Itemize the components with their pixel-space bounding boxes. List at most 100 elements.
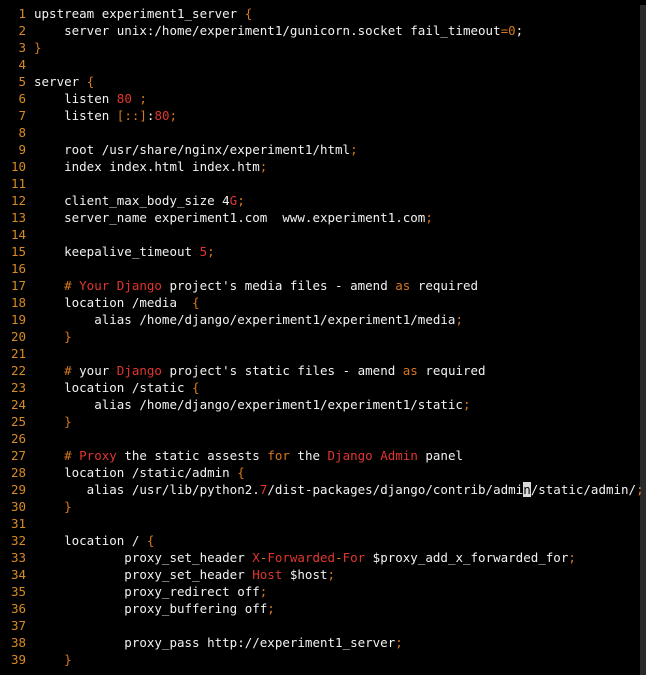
line-content[interactable]: proxy_set_header X-Forwarded-For $proxy_…	[34, 549, 576, 566]
code-line[interactable]: 21	[0, 345, 640, 362]
line-content[interactable]: }	[34, 328, 72, 345]
line-number: 29	[10, 482, 26, 497]
code-token: ;	[169, 108, 178, 123]
code-token: $proxy_add_x_forwarded_for	[365, 550, 569, 565]
line-number: 8	[18, 125, 26, 140]
code-line[interactable]: 31	[0, 515, 640, 532]
line-content[interactable]: location /static {	[34, 379, 200, 396]
code-line[interactable]: 2 server unix:/home/experiment1/gunicorn…	[0, 22, 640, 39]
code-token: proxy_redirect off	[34, 584, 260, 599]
code-token: location /	[34, 533, 147, 548]
line-content[interactable]: # your Django project's static files - a…	[34, 362, 486, 379]
code-line[interactable]: 22 # your Django project's static files …	[0, 362, 640, 379]
line-content[interactable]: proxy_redirect off;	[34, 583, 267, 600]
code-token: keepalive_timeout	[34, 244, 200, 259]
text-cursor: n	[523, 482, 531, 497]
code-line[interactable]: 33 proxy_set_header X-Forwarded-For $pro…	[0, 549, 640, 566]
code-line[interactable]: 12 client_max_body_size 4G;	[0, 192, 640, 209]
line-content[interactable]: listen [::]:80;	[34, 107, 177, 124]
line-content[interactable]: }	[34, 498, 72, 515]
code-line[interactable]: 32 location / {	[0, 532, 640, 549]
line-content[interactable]: # Your Django project's media files - am…	[34, 277, 478, 294]
code-line[interactable]: 13 server_name experiment1.com www.exper…	[0, 209, 640, 226]
line-content[interactable]: alias /home/django/experiment1/experimen…	[34, 311, 463, 328]
line-content[interactable]: server {	[34, 73, 94, 90]
code-token: }	[34, 329, 72, 344]
line-content[interactable]: server unix:/home/experiment1/gunicorn.s…	[34, 22, 523, 39]
line-content[interactable]: location / {	[34, 532, 154, 549]
code-line[interactable]: 27 # Proxy the static assests for the Dj…	[0, 447, 640, 464]
line-content[interactable]: root /usr/share/nginx/experiment1/html;	[34, 141, 358, 158]
line-content[interactable]: proxy_buffering off;	[34, 600, 275, 617]
code-line[interactable]: 7 listen [::]:80;	[0, 107, 640, 124]
line-content[interactable]: keepalive_timeout 5;	[34, 243, 215, 260]
line-number: 37	[10, 618, 26, 633]
code-line[interactable]: 24 alias /home/django/experiment1/experi…	[0, 396, 640, 413]
code-token: [::]	[116, 108, 147, 123]
code-line[interactable]: 23 location /static {	[0, 379, 640, 396]
code-line[interactable]: 25 }	[0, 413, 640, 430]
line-content[interactable]: server_name experiment1.com www.experime…	[34, 209, 433, 226]
code-line[interactable]: 30 }	[0, 498, 640, 515]
line-content[interactable]: proxy_pass http://experiment1_server;	[34, 634, 402, 651]
code-token: {	[146, 533, 155, 548]
code-line[interactable]: 11	[0, 175, 640, 192]
code-line[interactable]: 8	[0, 124, 640, 141]
line-number: 10	[10, 159, 26, 174]
code-line[interactable]: 17 # Your Django project's media files -…	[0, 277, 640, 294]
line-number: 5	[18, 74, 26, 89]
line-content[interactable]: upstream experiment1_server {	[34, 5, 252, 22]
code-token: ;	[259, 584, 268, 599]
code-token: ;	[237, 193, 245, 208]
code-line[interactable]: 4	[0, 56, 640, 73]
code-line[interactable]: 19 alias /home/django/experiment1/experi…	[0, 311, 640, 328]
code-line[interactable]: 16	[0, 260, 640, 277]
code-line[interactable]: 34 proxy_set_header Host $host;	[0, 566, 640, 583]
line-number: 6	[18, 91, 26, 106]
code-line[interactable]: 5 server {	[0, 73, 640, 90]
code-line[interactable]: 37	[0, 617, 640, 634]
code-token: ;	[425, 210, 433, 225]
line-number: 30	[10, 499, 26, 514]
line-number: 16	[10, 261, 26, 276]
code-line[interactable]: 38 proxy_pass http://experiment1_server;	[0, 634, 640, 651]
code-token: location /media	[34, 295, 193, 310]
code-line[interactable]: 35 proxy_redirect off;	[0, 583, 640, 600]
code-line[interactable]: 3}	[0, 39, 640, 56]
line-content[interactable]: location /static/admin {	[34, 464, 245, 481]
code-line[interactable]: 14	[0, 226, 640, 243]
line-content[interactable]: location /media {	[34, 294, 199, 311]
code-line[interactable]: 29 alias /usr/lib/python2.7/dist-package…	[0, 481, 644, 498]
line-content[interactable]: }	[34, 651, 72, 668]
code-line[interactable]: 28 location /static/admin {	[0, 464, 640, 481]
line-content[interactable]: alias /usr/lib/python2.7/dist-packages/d…	[34, 481, 644, 498]
code-line[interactable]: 39 }	[0, 651, 640, 668]
line-content[interactable]: }	[34, 413, 72, 430]
line-content[interactable]: listen 80 ;	[34, 90, 147, 107]
code-line[interactable]: 36 proxy_buffering off;	[0, 600, 640, 617]
line-number: 3	[18, 40, 26, 55]
code-line[interactable]: 26	[0, 430, 640, 447]
code-token: {	[237, 465, 245, 480]
line-content[interactable]: # Proxy the static assests for the Djang…	[34, 447, 463, 464]
line-content[interactable]: }	[34, 39, 42, 56]
code-token: required	[417, 363, 486, 378]
code-line[interactable]: 9 root /usr/share/nginx/experiment1/html…	[0, 141, 640, 158]
code-token: server_name experiment1.com www.experime…	[34, 210, 426, 225]
line-number: 33	[10, 550, 26, 565]
line-content[interactable]: alias /home/django/experiment1/experimen…	[34, 396, 470, 413]
code-line[interactable]: 10 index index.html index.htm;	[0, 158, 640, 175]
code-token: alias /usr/lib/python2.	[34, 482, 260, 497]
code-editor[interactable]: 1 upstream experiment1_server {2 server u…	[0, 5, 646, 675]
code-line[interactable]: 20 }	[0, 328, 640, 345]
line-content[interactable]: proxy_set_header Host $host;	[34, 566, 335, 583]
line-number: 31	[10, 516, 26, 531]
line-content[interactable]: client_max_body_size 4G;	[34, 192, 245, 209]
line-content[interactable]: index index.html index.htm;	[34, 158, 267, 175]
code-token: {	[192, 380, 200, 395]
code-line[interactable]: 15 keepalive_timeout 5;	[0, 243, 640, 260]
code-line[interactable]: 18 location /media {	[0, 294, 640, 311]
code-line[interactable]: 1 upstream experiment1_server {	[0, 5, 640, 22]
code-token: -	[335, 550, 343, 565]
code-line[interactable]: 6 listen 80 ;	[0, 90, 640, 107]
